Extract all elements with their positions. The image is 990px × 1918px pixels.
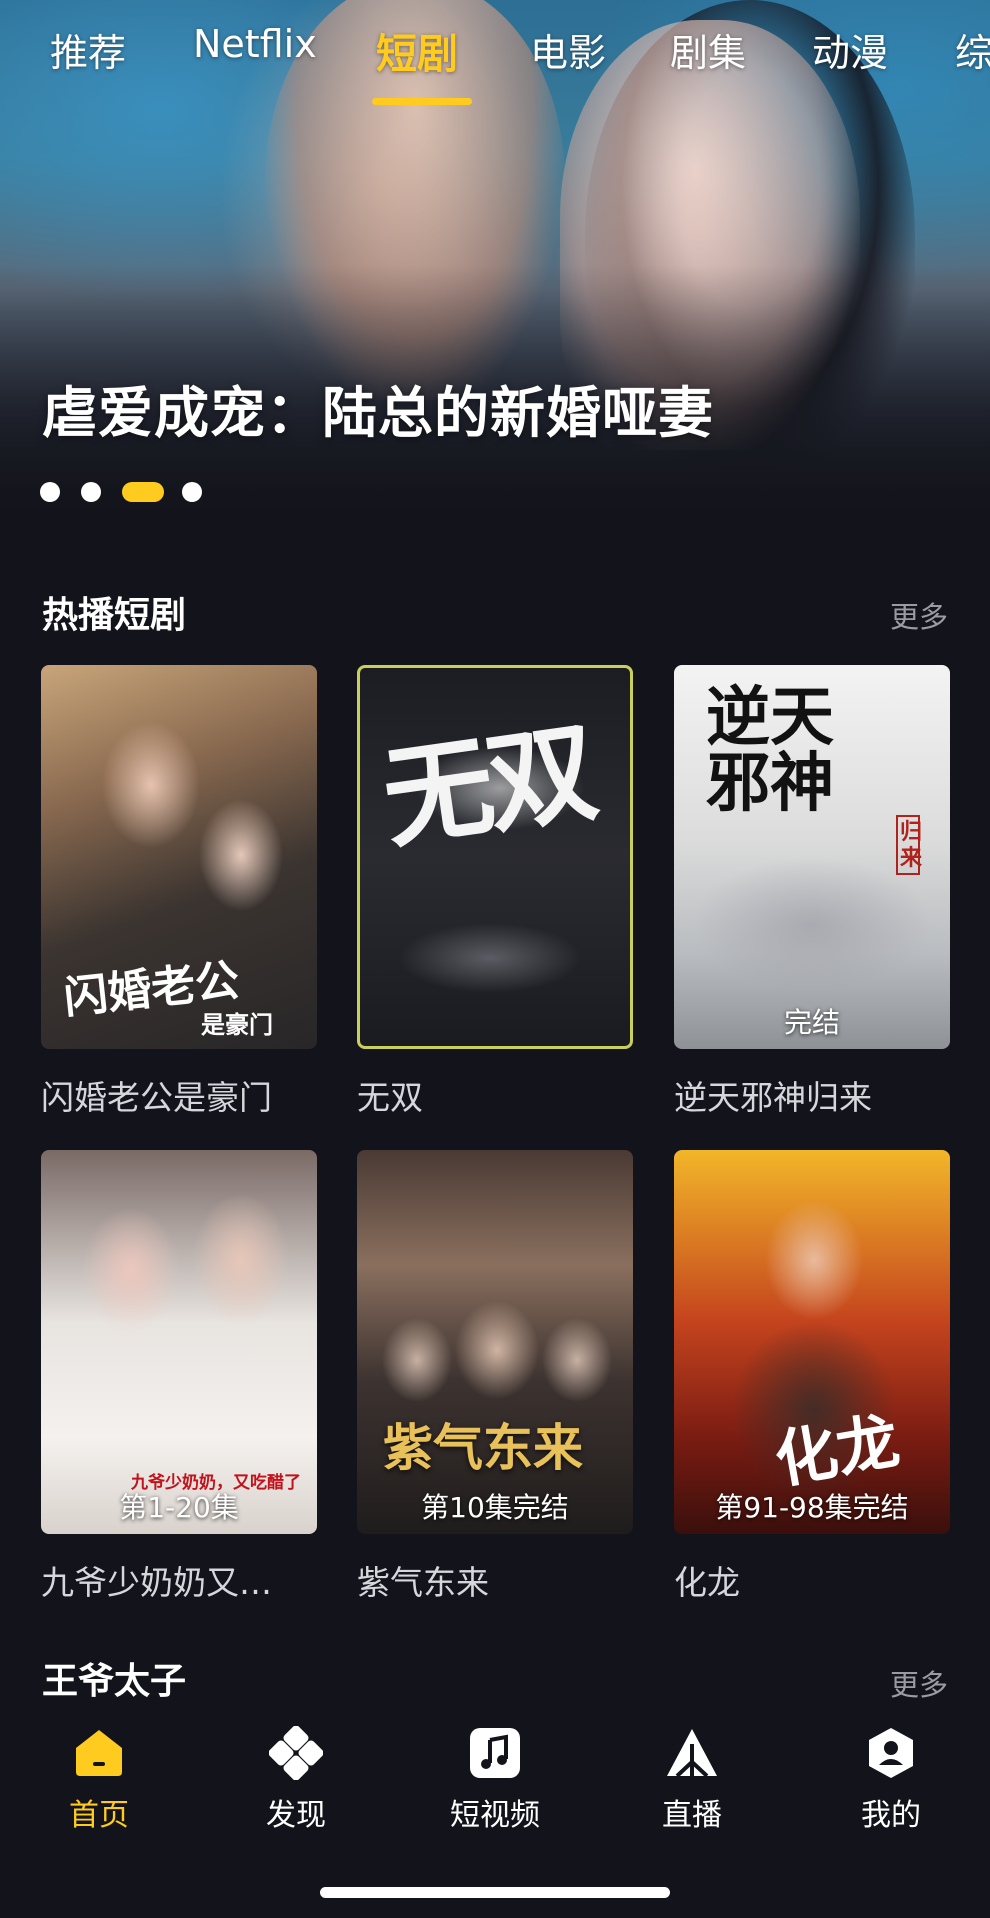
- live-icon: [665, 1726, 719, 1780]
- episode-badge: 第1-20集: [119, 1491, 239, 1524]
- active-tab-indicator: [372, 98, 472, 105]
- drama-card[interactable]: 闪婚老公 是豪门 闪婚老公是豪门: [41, 665, 317, 1119]
- drama-card[interactable]: 化龙 第91-98集完结 化龙: [674, 1150, 950, 1604]
- drama-poster[interactable]: 无双: [357, 665, 633, 1049]
- nav-short-video[interactable]: 短视频: [415, 1712, 575, 1834]
- tab-series[interactable]: 剧集: [670, 22, 746, 77]
- tab-recommend[interactable]: 推荐: [50, 22, 126, 77]
- drama-card[interactable]: 九爷少奶奶，又吃醋了 第1-20集 九爷少奶奶又…: [41, 1150, 317, 1604]
- drama-poster[interactable]: 九爷少奶奶，又吃醋了 第1-20集: [41, 1150, 317, 1534]
- hero-title[interactable]: 虐爱成宠：陆总的新婚哑妻: [42, 368, 714, 448]
- drama-card[interactable]: 逆天邪神 归来 完结 逆天邪神归来: [674, 665, 950, 1119]
- poster-calligraphy: 紫气东来: [383, 1418, 583, 1477]
- tab-anime[interactable]: 动漫: [812, 22, 888, 77]
- home-icon: [72, 1726, 126, 1780]
- carousel-dot-active[interactable]: [122, 482, 164, 502]
- home-indicator: [320, 1887, 670, 1898]
- tab-variety[interactable]: 综: [955, 22, 990, 77]
- episode-badge: 第10集完结: [421, 1491, 569, 1524]
- drama-card[interactable]: 无双 无双: [357, 665, 633, 1119]
- hero-banner[interactable]: 推荐 Netflix 短剧 电影 剧集 动漫 综 虐爱成宠：陆总的新婚哑妻: [0, 0, 990, 525]
- music-note-icon: [468, 1726, 522, 1780]
- nav-label: 我的: [861, 1798, 921, 1833]
- drama-title[interactable]: 逆天邪神归来: [674, 1071, 950, 1119]
- nav-label: 首页: [69, 1798, 129, 1833]
- nav-label: 直播: [662, 1798, 722, 1833]
- drama-title[interactable]: 化龙: [674, 1556, 950, 1604]
- carousel-dot[interactable]: [182, 482, 202, 502]
- tab-short-drama[interactable]: 短剧: [376, 22, 458, 80]
- drama-title[interactable]: 无双: [357, 1071, 633, 1119]
- drama-title[interactable]: 紫气东来: [357, 1556, 633, 1604]
- nav-label: 发现: [266, 1798, 326, 1833]
- profile-icon: [864, 1726, 918, 1780]
- section-more-link[interactable]: 更多: [890, 1662, 948, 1704]
- poster-calligraphy: 无双: [375, 707, 600, 864]
- drama-poster[interactable]: 逆天邪神 归来 完结: [674, 665, 950, 1049]
- episode-badge: 完结: [783, 1006, 840, 1039]
- drama-title[interactable]: 九爷少奶奶又…: [41, 1556, 317, 1604]
- nav-discover[interactable]: 发现: [216, 1712, 376, 1834]
- section-title-hot-short-drama: 热播短剧: [42, 595, 187, 636]
- tab-movies[interactable]: 电影: [530, 22, 606, 77]
- poster-calligraphy-sub: 是豪门: [201, 1010, 273, 1039]
- section-title-prince: 王爷太子: [42, 1661, 187, 1702]
- drama-card[interactable]: 紫气东来 第10集完结 紫气东来: [357, 1150, 633, 1604]
- nav-home[interactable]: 首页: [19, 1712, 179, 1834]
- drama-poster[interactable]: 紫气东来 第10集完结: [357, 1150, 633, 1534]
- nav-label: 短视频: [450, 1798, 540, 1833]
- nav-profile[interactable]: 我的: [811, 1712, 971, 1834]
- drama-title[interactable]: 闪婚老公是豪门: [41, 1071, 317, 1119]
- nav-live[interactable]: 直播: [612, 1712, 772, 1834]
- drama-poster[interactable]: 化龙 第91-98集完结: [674, 1150, 950, 1534]
- drama-poster[interactable]: 闪婚老公 是豪门: [41, 665, 317, 1049]
- poster-calligraphy: 化龙: [769, 1403, 905, 1498]
- category-tab-bar: 推荐 Netflix 短剧 电影 剧集 动漫 综: [0, 22, 990, 112]
- carousel-dot[interactable]: [40, 482, 60, 502]
- poster-seal-text: 归来: [896, 815, 922, 875]
- episode-badge: 第91-98集完结: [715, 1491, 909, 1524]
- discover-icon: [268, 1725, 324, 1781]
- carousel-dot[interactable]: [81, 482, 101, 502]
- tab-netflix[interactable]: Netflix: [193, 22, 317, 66]
- poster-calligraphy: 逆天邪神: [706, 680, 834, 821]
- section-more-link[interactable]: 更多: [890, 594, 948, 636]
